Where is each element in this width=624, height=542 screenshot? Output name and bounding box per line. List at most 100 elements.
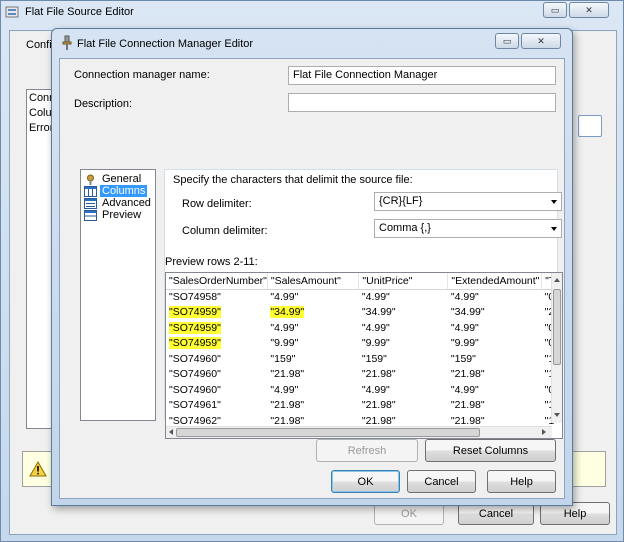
horizontal-scroll-thumb[interactable] — [176, 428, 480, 437]
columns-icon — [84, 185, 97, 197]
column-delimiter-select[interactable]: Comma {,} — [374, 219, 562, 238]
table-row: "SO74959" "4.99" "4.99" "4.99" "0 — [166, 320, 562, 336]
ok-button[interactable]: OK — [331, 470, 400, 493]
dialog-client-area: Connection manager name: Flat File Conne… — [59, 58, 565, 499]
restore-icon[interactable]: ▭ — [543, 2, 567, 18]
delimit-heading: Specify the characters that delimit the … — [173, 174, 413, 186]
preview-rows-label: Preview rows 2-11: — [165, 256, 258, 268]
warning-icon — [29, 460, 47, 480]
highlight-mark: "SO74959" — [169, 306, 221, 319]
row-delimiter-label: Row delimiter: — [182, 198, 252, 210]
chevron-down-icon — [551, 200, 557, 204]
cancel-button[interactable]: Cancel — [407, 470, 476, 493]
table-cell: "21.98" — [270, 399, 305, 412]
table-cell: "159" — [270, 352, 296, 365]
preview-header-row: "SalesOrderNumber" "SalesAmount" "UnitPr… — [166, 273, 562, 290]
preview-icon — [84, 209, 97, 221]
nav-item-label: Preview — [102, 209, 142, 221]
outer-title-bar[interactable]: Flat File Source Editor ▭ ✕ — [1, 1, 623, 23]
description-label: Description: — [74, 98, 133, 110]
outer-connection-field[interactable] — [578, 115, 602, 137]
description-input[interactable] — [288, 93, 556, 112]
connection-manager-icon — [60, 35, 74, 54]
table-cell: "9.99" — [450, 337, 479, 350]
table-cell: "21.98" — [361, 368, 396, 381]
outer-window-title: Flat File Source Editor — [25, 6, 134, 18]
table-cell: "4.99" — [270, 383, 299, 396]
connection-manager-editor-dialog: Flat File Connection Manager Editor ▭ ✕ … — [51, 28, 573, 506]
nav-item-preview[interactable]: Preview — [81, 209, 155, 221]
table-cell-highlighted: "SO74959" — [166, 305, 267, 321]
preview-grid[interactable]: "SalesOrderNumber" "SalesAmount" "UnitPr… — [165, 272, 563, 439]
scroll-down-icon[interactable] — [554, 413, 560, 417]
general-icon — [84, 174, 97, 185]
advanced-icon — [84, 197, 97, 209]
highlight-mark: "SO74959" — [169, 321, 221, 334]
column-header[interactable]: "SalesAmount" — [267, 273, 360, 290]
highlight-mark: "SO74959" — [169, 337, 221, 350]
chevron-down-icon — [551, 227, 557, 231]
table-row: "SO74961" "21.98" "21.98" "21.98" "1 — [166, 398, 562, 414]
table-cell: "4.99" — [361, 291, 390, 303]
table-cell-highlighted: "SO74959" — [166, 336, 267, 352]
maximize-icon[interactable]: ▭ — [495, 33, 519, 49]
table-cell: "4.99" — [450, 383, 479, 396]
row-delimiter-select[interactable]: {CR}{LF} — [374, 192, 562, 211]
column-delimiter-label: Column delimiter: — [182, 225, 268, 237]
refresh-button[interactable]: Refresh — [316, 439, 418, 462]
configure-label: Confi — [26, 39, 52, 51]
table-row: "SO74958" "4.99" "4.99" "4.99" "0 — [166, 289, 562, 305]
nav-item-advanced[interactable]: Advanced — [81, 197, 155, 209]
table-cell: "4.99" — [450, 321, 479, 334]
vertical-scrollbar[interactable] — [551, 273, 562, 423]
table-cell: "SO74961" — [169, 399, 221, 412]
table-cell: "34.99" — [361, 306, 396, 319]
table-cell: "21.98" — [361, 399, 396, 412]
vertical-scroll-thumb[interactable] — [553, 289, 561, 365]
scroll-left-icon[interactable] — [169, 429, 173, 435]
dialog-close-icon[interactable]: ✕ — [521, 33, 561, 49]
nav-item-general[interactable]: General — [81, 173, 155, 185]
table-cell: "4.99" — [361, 321, 390, 334]
help-button[interactable]: Help — [487, 470, 556, 493]
nav-item-label: General — [102, 173, 142, 185]
table-cell: "9.99" — [270, 337, 299, 350]
column-header[interactable]: "SalesOrderNumber" — [166, 273, 268, 290]
scroll-right-icon[interactable] — [542, 429, 546, 435]
column-delimiter-value: Comma {,} — [379, 222, 431, 234]
close-icon[interactable]: ✕ — [569, 2, 609, 18]
table-cell: "21.98" — [450, 399, 485, 412]
table-cell: "SO74960" — [169, 352, 221, 365]
table-cell: "159" — [361, 352, 387, 365]
table-cell: "9.99" — [361, 337, 390, 350]
scroll-up-icon[interactable] — [554, 278, 560, 282]
table-cell: "34.99" — [450, 306, 485, 319]
highlight-mark: "34.99" — [270, 306, 305, 319]
table-cell-highlighted: "SO74959" — [166, 320, 267, 336]
row-delimiter-value: {CR}{LF} — [379, 195, 423, 207]
table-row: "SO74960" "4.99" "4.99" "4.99" "0 — [166, 382, 562, 398]
table-cell: "4.99" — [270, 321, 299, 334]
nav-item-label: Columns — [100, 185, 148, 197]
table-cell: "4.99" — [361, 383, 390, 396]
column-header[interactable]: "UnitPrice" — [358, 273, 449, 290]
ssis-app-icon — [5, 5, 20, 22]
horizontal-scrollbar[interactable] — [166, 426, 552, 438]
table-row: "SO74959" "34.99" "34.99" "34.99" "2 — [166, 305, 562, 321]
table-row: "SO74959" "9.99" "9.99" "9.99" "0 — [166, 336, 562, 352]
table-cell: "SO74958" — [169, 291, 221, 303]
table-cell-highlighted: "34.99" — [267, 305, 358, 321]
nav-item-columns[interactable]: Columns — [81, 185, 155, 197]
nav-item-label: Advanced — [102, 197, 151, 209]
column-header[interactable]: "ExtendedAmount" — [447, 273, 543, 290]
table-cell: "159" — [450, 352, 476, 365]
table-cell: "4.99" — [270, 291, 299, 303]
connection-name-input[interactable]: Flat File Connection Manager — [288, 66, 556, 85]
columns-panel: Specify the characters that delimit the … — [164, 169, 563, 439]
connection-name-label: Connection manager name: — [74, 69, 210, 81]
table-row: "SO74960" "159" "159" "159" "1 — [166, 351, 562, 367]
reset-columns-button[interactable]: Reset Columns — [425, 439, 556, 462]
table-cell: "21.98" — [270, 368, 305, 381]
table-row: "SO74960" "21.98" "21.98" "21.98" "1 — [166, 367, 562, 383]
table-cell: "4.99" — [450, 291, 479, 303]
